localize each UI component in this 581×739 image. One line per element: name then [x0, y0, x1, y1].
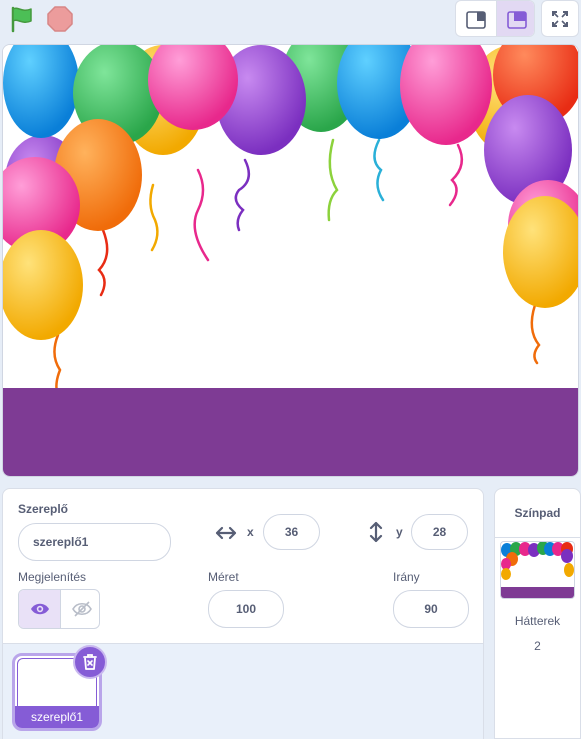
stage-header — [0, 0, 581, 40]
backdrops-count: 2 — [534, 639, 541, 653]
hide-sprite-button[interactable] — [60, 590, 99, 628]
x-label: x — [247, 525, 254, 539]
small-stage-icon — [466, 10, 486, 29]
fullscreen-icon — [552, 10, 568, 27]
trash-icon — [83, 654, 97, 670]
x-position-input[interactable]: 36 — [263, 514, 320, 550]
visibility-toggle — [18, 589, 100, 629]
sprite-info-panel: Szereplő szereplő1 x 36 y 28 Megjeleníté… — [2, 488, 484, 644]
backdrops-label: Hátterek — [514, 614, 561, 628]
size-label: Méret — [208, 570, 239, 584]
show-label: Megjelenítés — [18, 570, 87, 584]
stage-size-toggle — [455, 0, 535, 37]
sprite-label: Szereplő — [18, 502, 69, 516]
stop-sign-icon[interactable] — [46, 5, 74, 33]
stage-selector[interactable]: Színpad Hátterek 2 — [494, 488, 581, 739]
sprite-tile-name: szereplő1 — [15, 706, 99, 728]
backdrop-thumbnail-image — [501, 542, 574, 598]
vertical-arrows-icon — [369, 521, 383, 543]
balloons-backdrop — [3, 45, 578, 476]
eye-slash-icon — [71, 601, 92, 617]
stage-selector-title: Színpad — [495, 489, 580, 538]
direction-label: Irány — [393, 570, 420, 584]
size-input[interactable]: 100 — [208, 590, 284, 628]
fullscreen-button[interactable] — [541, 0, 579, 37]
y-position-input[interactable]: 28 — [411, 514, 468, 550]
show-sprite-button[interactable] — [19, 590, 60, 628]
y-label: y — [396, 525, 403, 539]
small-stage-button[interactable] — [456, 1, 496, 36]
stage-backdrop-thumbnail[interactable] — [500, 541, 575, 599]
stage-canvas[interactable] — [2, 44, 579, 477]
delete-sprite-button[interactable] — [73, 645, 107, 679]
direction-input[interactable]: 90 — [393, 590, 469, 628]
horizontal-arrows-icon — [215, 526, 237, 540]
eye-icon — [30, 603, 49, 615]
green-flag-icon[interactable] — [8, 5, 36, 33]
large-stage-icon — [507, 10, 527, 29]
sprite-name-input[interactable]: szereplő1 — [18, 523, 171, 561]
large-stage-button[interactable] — [496, 1, 534, 36]
